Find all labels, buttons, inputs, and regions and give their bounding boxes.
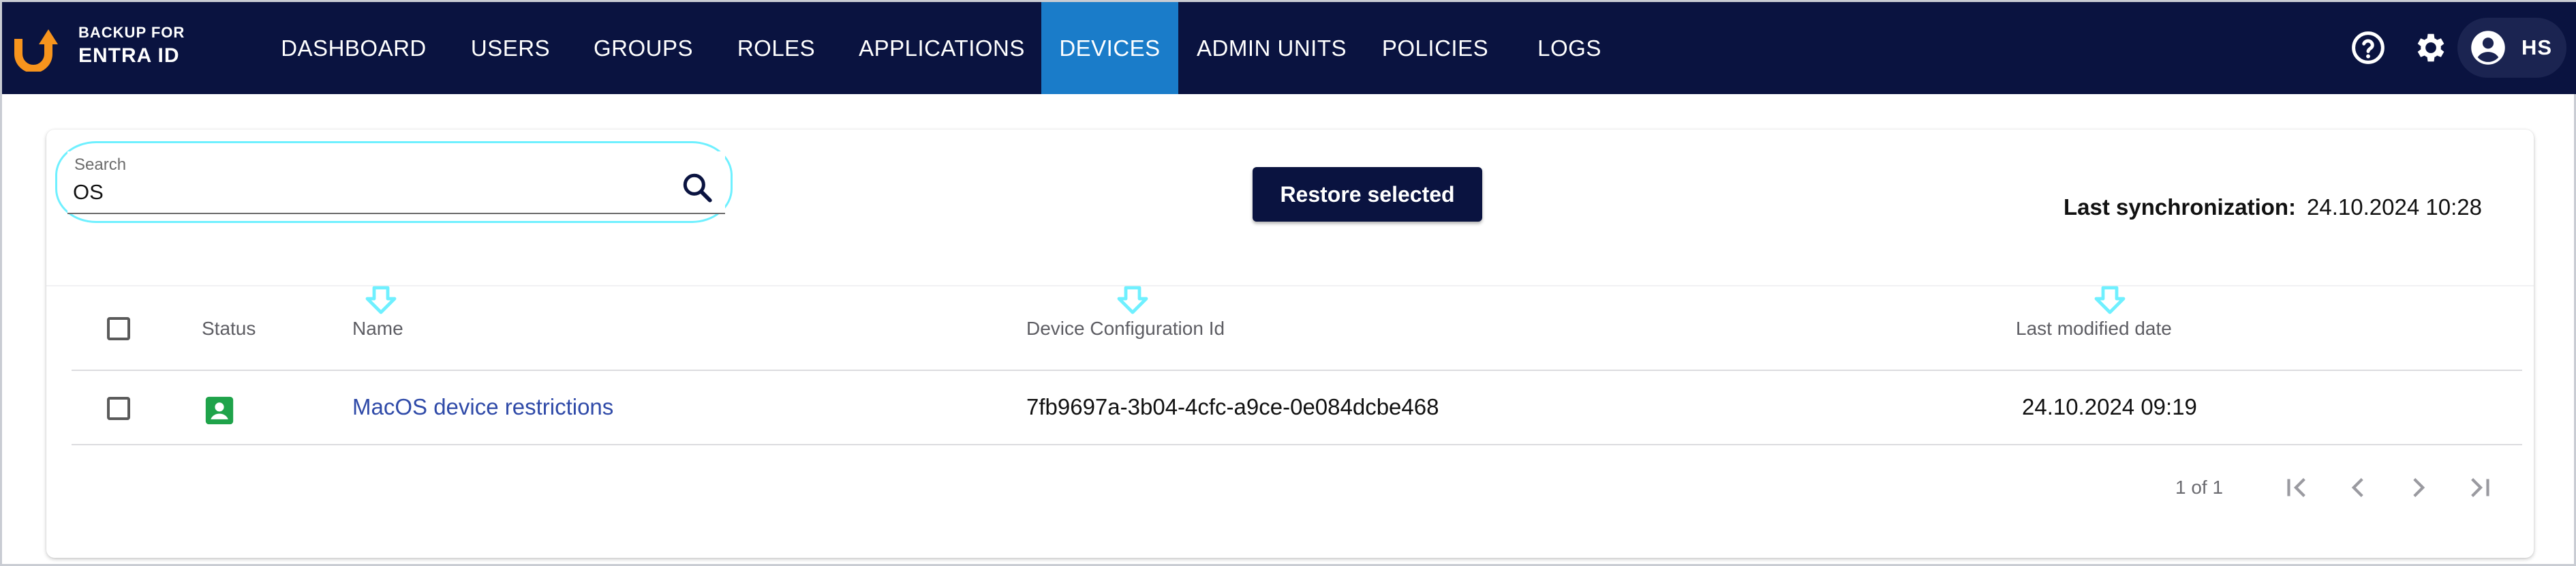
search-label: Search <box>74 155 127 174</box>
column-header-device-configuration-id[interactable]: Device Configuration Id <box>1026 318 1225 340</box>
user-menu-button[interactable]: HS <box>2457 18 2566 78</box>
previous-page-icon[interactable] <box>2341 471 2375 505</box>
last-synchronization: Last synchronization: 24.10.2024 10:28 <box>2064 194 2482 220</box>
sort-arrow-down-icon[interactable] <box>2092 285 2128 315</box>
restore-selected-button[interactable]: Restore selected <box>1253 167 1482 222</box>
column-header-status: Status <box>202 318 256 339</box>
brand-logo-icon <box>14 29 58 72</box>
nav-users[interactable]: USERS <box>457 2 564 94</box>
nav-logs[interactable]: LOGS <box>1530 2 1609 94</box>
app-window: BACKUP FOR ENTRA ID DASHBOARD USERS GROU… <box>0 0 2576 566</box>
search-field[interactable]: Search <box>67 151 725 214</box>
next-page-icon[interactable] <box>2402 471 2436 505</box>
column-header-last-modified-date[interactable]: Last modified date <box>2016 318 2172 340</box>
row-checkbox[interactable] <box>107 397 130 420</box>
select-all-checkbox[interactable] <box>107 317 130 340</box>
device-configuration-id: 7fb9697a-3b04-4cfc-a9ce-0e084dcbe468 <box>1026 394 1439 419</box>
nav-roles[interactable]: ROLES <box>722 2 831 94</box>
last-sync-label: Last synchronization: <box>2064 194 2297 220</box>
brand-line-2: ENTRA ID <box>78 44 180 67</box>
top-navigation-bar: BACKUP FOR ENTRA ID DASHBOARD USERS GROU… <box>2 2 2576 94</box>
gear-icon[interactable] <box>2411 29 2448 66</box>
nav-devices[interactable]: DEVICES <box>1041 2 1178 94</box>
search-icon[interactable] <box>680 170 714 205</box>
nav-admin-units[interactable]: ADMIN UNITS <box>1193 2 1350 94</box>
nav-policies[interactable]: POLICIES <box>1370 2 1500 94</box>
devices-card: Search Restore selected Last synchroniza… <box>46 130 2534 558</box>
nav-applications[interactable]: APPLICATIONS <box>853 2 1031 94</box>
brand-name: BACKUP FOR ENTRA ID <box>78 25 185 66</box>
nav-dashboard[interactable]: DASHBOARD <box>272 2 435 94</box>
account-box-icon <box>205 396 234 425</box>
last-modified-date: 24.10.2024 09:19 <box>2022 394 2197 419</box>
row-divider <box>72 444 2522 445</box>
first-page-icon[interactable] <box>2280 471 2314 505</box>
header-row-divider <box>72 370 2522 371</box>
device-name-link[interactable]: MacOS device restrictions <box>352 394 613 420</box>
user-initials: HS <box>2521 35 2553 59</box>
last-page-icon[interactable] <box>2462 471 2496 505</box>
section-divider <box>46 285 2534 286</box>
search-highlight: Search <box>55 141 733 223</box>
sort-arrow-down-icon[interactable] <box>1115 285 1150 315</box>
account-circle-icon <box>2471 31 2505 65</box>
brand-line-1: BACKUP FOR <box>78 24 185 41</box>
nav-groups[interactable]: GROUPS <box>585 2 701 94</box>
last-sync-value: 24.10.2024 10:28 <box>2307 194 2482 220</box>
sort-arrow-down-icon[interactable] <box>363 285 399 315</box>
column-header-name[interactable]: Name <box>352 318 403 340</box>
search-input[interactable] <box>73 177 659 207</box>
page-indicator: 1 of 1 <box>2175 477 2224 498</box>
help-circle-icon[interactable] <box>2350 29 2387 66</box>
